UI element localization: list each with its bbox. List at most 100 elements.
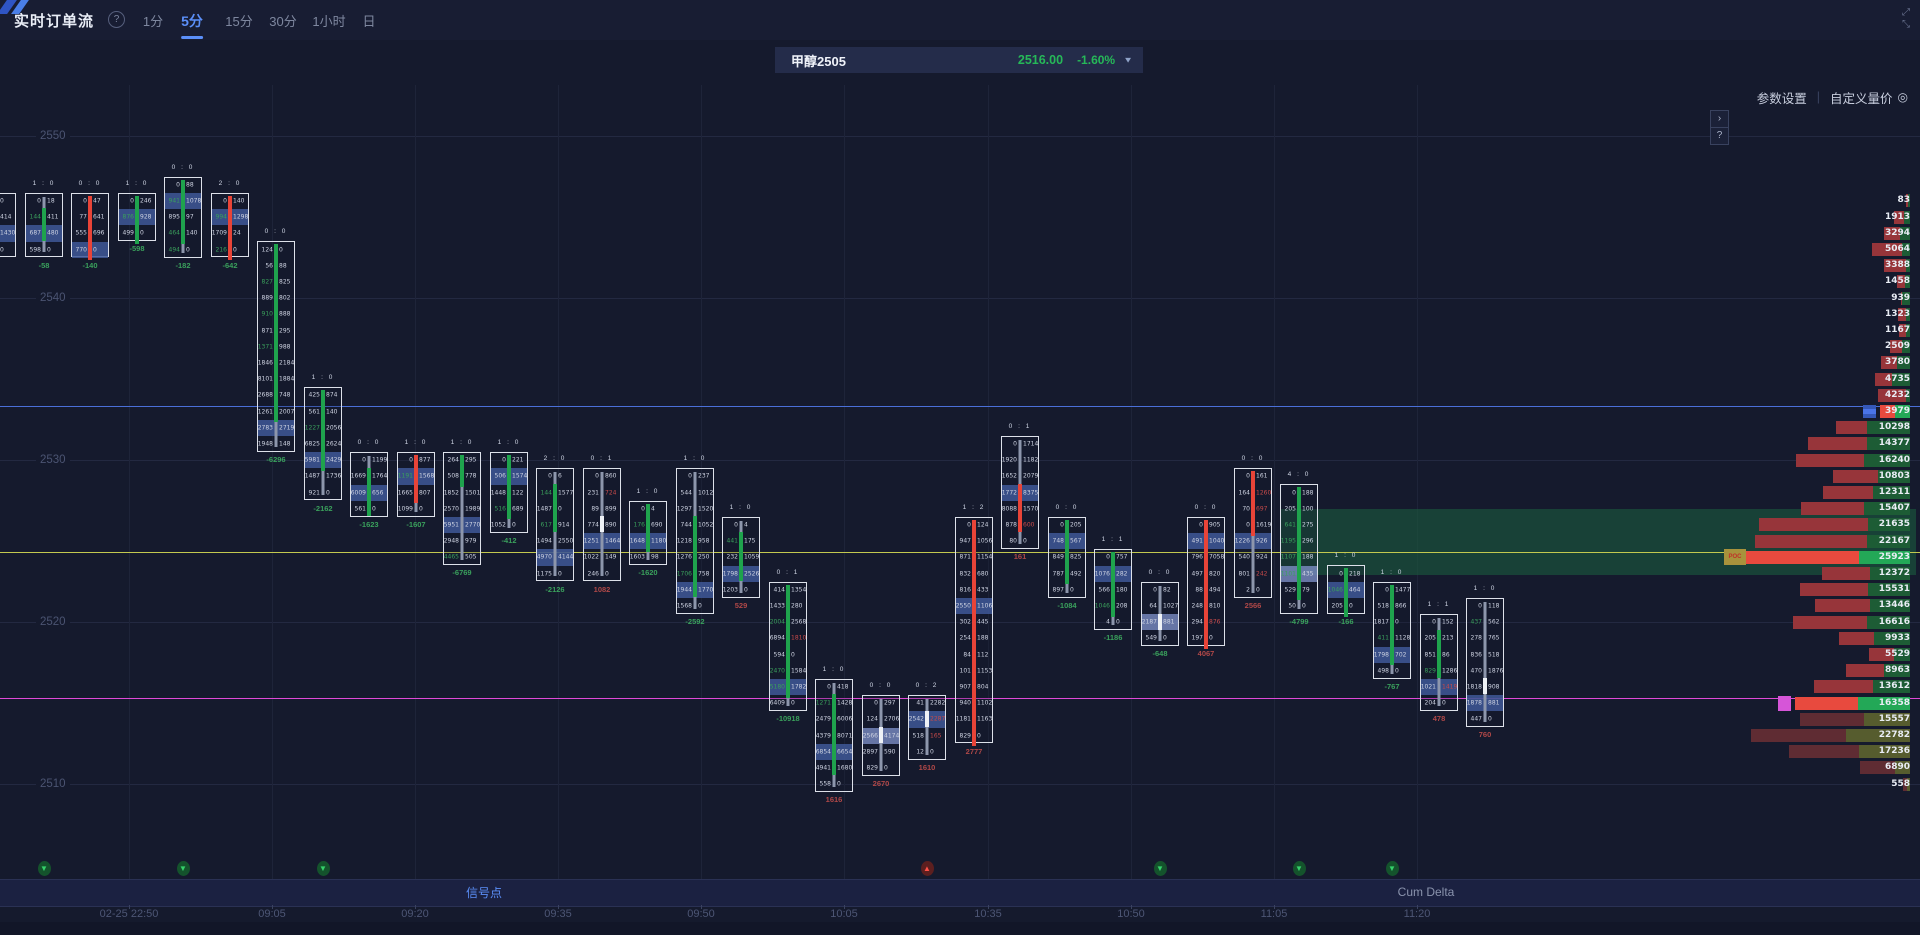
help-icon[interactable]: ?: [108, 11, 125, 28]
symbol-price: 2516.00: [1018, 53, 1063, 67]
bid-volume: 6854: [816, 748, 831, 755]
triangle-glyph: ▼: [1293, 861, 1306, 876]
footprint-candle: 0188205100641275119529611071881101435529…: [1280, 484, 1318, 614]
profile-volume-value: 10298: [1879, 421, 1910, 434]
ask-volume: 0: [1256, 586, 1260, 593]
imbalance-count-label: 0 : 1: [591, 455, 614, 462]
bid-volume: 876: [123, 214, 134, 221]
candle-delta-label: -6769: [452, 568, 471, 577]
ask-volume: 492: [1070, 570, 1081, 577]
profile-sell-segment: [1836, 421, 1867, 434]
imbalance-count-label: 0 : 0: [79, 180, 102, 187]
ask-volume: 2056: [326, 424, 341, 431]
ask-volume: 1286: [1442, 667, 1457, 674]
panel-collapse-button[interactable]: ›: [1710, 110, 1729, 128]
bid-volume: 0: [1246, 522, 1250, 529]
ask-volume: 697: [1256, 505, 1267, 512]
ask-volume: 124: [977, 522, 988, 529]
ask-volume: 778: [465, 473, 476, 480]
bid-volume: 1948: [258, 441, 273, 448]
symbol-selector[interactable]: 甲醇2505 2516.00 -1.60% ▼: [775, 47, 1143, 73]
candle-body: [1158, 614, 1162, 630]
expand-icon[interactable]: ⤢: [1902, 7, 1910, 18]
candle-delta-label: 529: [735, 601, 748, 610]
ask-volume: 881: [1163, 619, 1174, 626]
ask-volume: 0: [558, 570, 562, 577]
ask-volume: 1298: [233, 214, 248, 221]
imbalance-count-label: 4 : 0: [1288, 471, 1311, 478]
collapse-icon[interactable]: ⤡: [1902, 19, 1910, 30]
signal-down-icon: ▼: [38, 861, 51, 876]
ask-volume: 724: [605, 489, 616, 496]
ask-volume: 295: [465, 457, 476, 464]
tab-timeframe-6[interactable]: 日: [362, 11, 375, 30]
ask-volume: 1810: [791, 635, 806, 642]
ask-volume: 480: [47, 230, 58, 237]
footprint-candle: 0124947105687111548326808164332550110630…: [955, 517, 993, 744]
tab-timeframe-3[interactable]: 15分: [225, 11, 252, 30]
bid-volume: 164: [1239, 489, 1250, 496]
footprint-candle: 02215061574144812251668910520: [490, 452, 528, 533]
ask-volume: 188: [1302, 554, 1313, 561]
ask-volume: 914: [558, 522, 569, 529]
tab-timeframe-5[interactable]: 1小时: [312, 11, 345, 30]
bid-volume: 294: [1192, 619, 1203, 626]
time-axis-label: 02-25 22:50: [100, 908, 159, 920]
blue-line-marker: [1863, 405, 1876, 418]
profile-sell-segment: [1814, 680, 1874, 693]
imbalance-count-label: 1 : 0: [684, 455, 707, 462]
imbalance-count-label: 1 : 0: [498, 439, 521, 446]
price-gridline: [0, 136, 1920, 137]
ask-volume: 757: [1116, 554, 1127, 561]
triangle-glyph: ▼: [1154, 861, 1167, 876]
ask-volume: 0: [1395, 667, 1399, 674]
footprint-candle: 014099412981709242160: [211, 193, 249, 258]
ask-volume: 696: [93, 230, 104, 237]
footprint-candle: 0614415771487061791414942550497041441175…: [536, 468, 574, 581]
bid-volume: 491: [1192, 538, 1203, 545]
tab-timeframe-2[interactable]: 5分: [181, 11, 203, 31]
ask-volume: 24: [233, 230, 241, 237]
ask-volume: 680: [977, 570, 988, 577]
bid-volume: 1852: [444, 489, 459, 496]
bid-volume: 4465: [444, 554, 459, 561]
candle-delta-label: -1623: [359, 520, 378, 529]
bid-volume: 832: [960, 570, 971, 577]
poc-marker: POC: [1724, 549, 1746, 565]
footprint-chart[interactable]: 2550254025302520251002-25 22:5009:0509:2…: [0, 0, 1920, 935]
tab-timeframe-1[interactable]: 1分: [143, 11, 163, 30]
bid-volume: 248: [1192, 603, 1203, 610]
ask-volume: 1584: [791, 667, 806, 674]
bid-volume: 1046: [1095, 603, 1110, 610]
bid-volume: 0: [1013, 441, 1017, 448]
ask-volume: 2706: [884, 716, 899, 723]
bid-volume: 2187: [1142, 619, 1157, 626]
ask-volume: 242: [1256, 570, 1267, 577]
ask-volume: 140: [186, 230, 197, 237]
bid-volume: 1772: [1002, 489, 1017, 496]
tab-timeframe-4[interactable]: 30分: [269, 11, 296, 30]
ask-volume: 690: [651, 522, 662, 529]
profile-sell-segment: [1755, 535, 1867, 548]
bid-volume: 0: [409, 457, 413, 464]
ask-volume: 7058: [1209, 554, 1224, 561]
panel-help-button[interactable]: ?: [1710, 127, 1729, 145]
candle-body: [600, 516, 604, 532]
imbalance-count-label: 0 : 0: [1242, 455, 1265, 462]
custom-volume-button[interactable]: 自定义量价: [1830, 88, 1893, 107]
footprint-candle: 021810464642050: [1327, 565, 1365, 614]
ask-volume: 0: [791, 651, 795, 658]
param-settings-button[interactable]: 参数设置: [1757, 88, 1807, 107]
candle-body: [832, 694, 836, 775]
footprint-candle: 0171419201182165220791772837580881570878…: [1001, 436, 1039, 549]
ask-volume: 2287: [930, 716, 945, 723]
bid-volume: 518: [1378, 603, 1389, 610]
candle-body: [693, 516, 697, 597]
bid-volume: 0: [1292, 489, 1296, 496]
candle-delta-label: -2126: [545, 585, 564, 594]
ask-volume: 152: [1442, 619, 1453, 626]
bid-volume: 124: [867, 716, 878, 723]
ask-volume: 641: [93, 214, 104, 221]
bid-volume: 497: [1192, 570, 1203, 577]
ask-volume: 79: [1302, 586, 1310, 593]
